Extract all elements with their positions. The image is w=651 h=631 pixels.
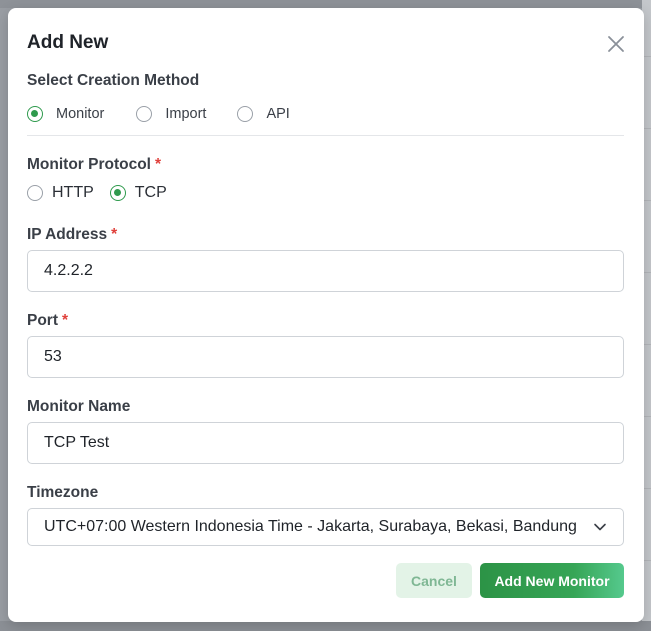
monitor-protocol-label-text: Monitor Protocol: [27, 156, 151, 173]
timezone-select[interactable]: UTC+07:00 Western Indonesia Time - Jakar…: [27, 508, 624, 546]
creation-method-label: Select Creation Method: [27, 72, 200, 89]
creation-method-monitor[interactable]: Monitor: [27, 106, 104, 122]
protocol-http[interactable]: HTTP: [27, 184, 94, 202]
radio-http-label: HTTP: [52, 184, 94, 201]
creation-method-radio-group: Monitor Import API: [27, 106, 290, 122]
creation-method-api[interactable]: API: [237, 106, 290, 122]
monitor-protocol-label: Monitor Protocol *: [27, 156, 161, 174]
required-mark: *: [111, 226, 118, 243]
close-button[interactable]: [606, 34, 626, 54]
required-mark: *: [62, 312, 69, 329]
monitor-name-label: Monitor Name: [27, 398, 131, 415]
radio-api[interactable]: [237, 106, 254, 122]
radio-monitor-label: Monitor: [56, 106, 105, 122]
timezone-label: Timezone: [27, 484, 99, 501]
add-new-monitor-button[interactable]: Add New Monitor: [480, 563, 624, 598]
cancel-button[interactable]: Cancel: [396, 563, 472, 598]
required-mark: *: [155, 156, 162, 173]
port-label-text: Port: [27, 312, 58, 329]
radio-tcp-label: TCP: [134, 184, 167, 201]
port-label: Port *: [27, 312, 68, 330]
radio-import-label: Import: [165, 106, 207, 122]
protocol-tcp[interactable]: TCP: [109, 184, 167, 202]
radio-http[interactable]: [27, 185, 43, 201]
timezone-selected-value: UTC+07:00 Western Indonesia Time - Jakar…: [44, 518, 577, 535]
add-new-dialog: Add New Select Creation Method Monitor I…: [8, 8, 644, 622]
creation-method-import[interactable]: Import: [136, 106, 206, 122]
backdrop-bottom: [0, 621, 651, 631]
ip-address-input[interactable]: [27, 250, 624, 292]
port-input[interactable]: [27, 336, 624, 378]
radio-tcp[interactable]: [109, 185, 126, 201]
ip-address-label: IP Address *: [27, 226, 117, 244]
ip-address-label-text: IP Address: [27, 226, 108, 243]
protocol-radio-group: HTTP TCP: [27, 184, 167, 202]
divider: [27, 135, 624, 136]
backdrop: [0, 0, 651, 8]
dialog-title: Add New: [27, 32, 109, 53]
radio-monitor[interactable]: [27, 106, 43, 122]
chevron-down-icon: [594, 523, 606, 531]
radio-import[interactable]: [136, 106, 153, 122]
radio-api-label: API: [266, 106, 290, 122]
close-icon: [608, 36, 624, 52]
monitor-name-input[interactable]: [27, 422, 624, 464]
